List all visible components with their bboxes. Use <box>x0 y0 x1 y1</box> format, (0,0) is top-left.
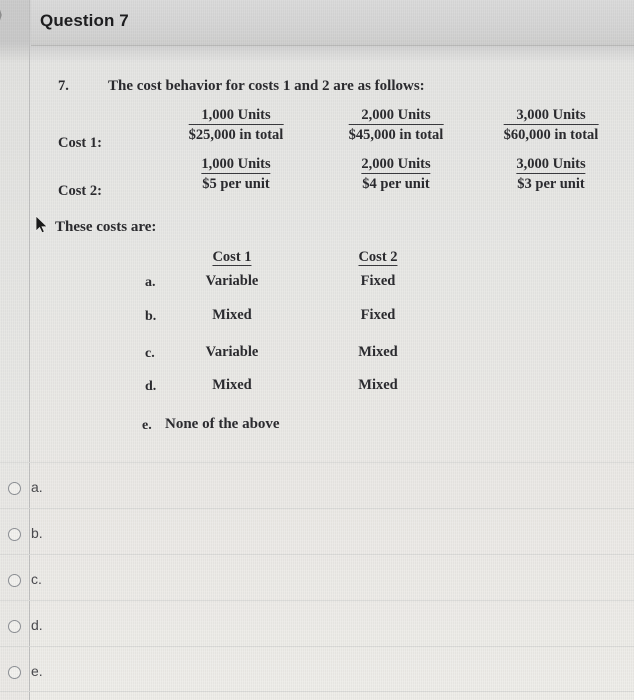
answer-option-c[interactable]: c. <box>0 554 634 600</box>
radio-button-c[interactable] <box>8 574 21 587</box>
cost-cell: 1,000 Units $25,000 in total <box>188 107 284 145</box>
cost-cell-units: 1,000 Units <box>201 156 271 175</box>
radio-button-d[interactable] <box>8 620 21 633</box>
answer-option-label: c. <box>31 571 42 587</box>
option-none-text: None of the above <box>165 416 280 432</box>
option-cost1-value: Variable <box>205 273 259 289</box>
answer-option-a[interactable]: a. <box>0 462 634 508</box>
answer-option-label: a. <box>31 479 43 495</box>
option-cost1-value: Mixed <box>212 307 252 323</box>
answer-option-b[interactable]: b. <box>0 508 634 554</box>
cost-cell-amount: $45,000 in total <box>348 127 444 144</box>
cost-cell-units: 2,000 Units <box>361 156 431 175</box>
option-cost2-value: Mixed <box>358 377 398 393</box>
answer-option-label: e. <box>31 663 43 679</box>
cost-cell-amount: $3 per unit <box>517 176 585 193</box>
question-page: ⟩ Question 7 7. The cost behavior for co… <box>0 0 634 700</box>
cost-cell-units: 3,000 Units <box>503 107 599 126</box>
cost-cell-amount: $4 per unit <box>362 176 430 193</box>
cost-cell: 1,000 Units $5 per unit <box>201 156 271 194</box>
option-cost2-value: Mixed <box>358 344 398 360</box>
options-column-header-cost1: Cost 1 <box>212 249 252 266</box>
question-number: 7. <box>58 78 69 94</box>
answer-options-list: a. b. c. d. e. <box>0 462 634 692</box>
cost-cell: 3,000 Units $60,000 in total <box>503 107 599 145</box>
question-stem: The cost behavior for costs 1 and 2 are … <box>108 78 425 94</box>
radio-button-e[interactable] <box>8 666 21 679</box>
option-cost1-value: Mixed <box>212 377 252 393</box>
chevron-right-icon[interactable]: ⟩ <box>0 6 3 25</box>
cost-row-label: Cost 1: <box>58 135 102 151</box>
cost-cell-units: 2,000 Units <box>348 107 444 126</box>
answer-option-d[interactable]: d. <box>0 600 634 646</box>
answer-option-label: b. <box>31 525 43 541</box>
option-letter: b. <box>145 309 157 324</box>
question-header: Question 7 <box>31 0 634 46</box>
question-prompt: These costs are: <box>55 219 157 235</box>
cost-cell-units: 1,000 Units <box>188 107 284 126</box>
options-column-header-cost2: Cost 2 <box>358 249 398 266</box>
option-cost2-value: Fixed <box>360 307 396 323</box>
radio-button-b[interactable] <box>8 528 21 541</box>
option-letter: c. <box>145 346 155 361</box>
cost-cell: 2,000 Units $4 per unit <box>361 156 431 194</box>
mouse-pointer-icon <box>35 215 48 234</box>
cost-cell: 3,000 Units $3 per unit <box>516 156 586 194</box>
radio-button-a[interactable] <box>8 482 21 495</box>
option-letter: d. <box>145 379 157 394</box>
cost-row-label: Cost 2: <box>58 183 102 199</box>
cost-cell-amount: $5 per unit <box>202 176 270 193</box>
option-cost1-value: Variable <box>205 344 259 360</box>
cost-cell-amount: $60,000 in total <box>503 127 599 144</box>
cost-cell: 2,000 Units $45,000 in total <box>348 107 444 145</box>
option-letter-none: e. <box>142 418 152 433</box>
cost-cell-units: 3,000 Units <box>516 156 586 175</box>
question-body: 7. The cost behavior for costs 1 and 2 a… <box>31 47 634 452</box>
answer-option-e[interactable]: e. <box>0 646 634 692</box>
cost-cell-amount: $25,000 in total <box>188 127 284 144</box>
answer-option-label: d. <box>31 617 43 633</box>
option-cost2-value: Fixed <box>360 273 396 289</box>
page-title: Question 7 <box>40 11 129 30</box>
option-letter: a. <box>145 275 156 290</box>
